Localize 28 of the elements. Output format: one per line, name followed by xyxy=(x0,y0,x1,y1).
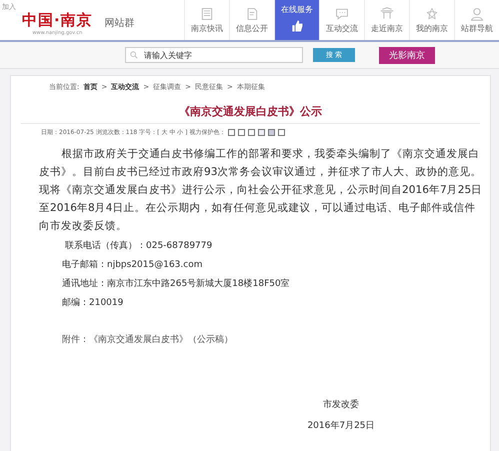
newspaper-icon xyxy=(200,6,214,20)
document-icon xyxy=(245,6,259,20)
flower-icon xyxy=(425,6,439,20)
color-swatch[interactable] xyxy=(238,129,246,136)
color-swatch[interactable] xyxy=(258,129,266,136)
site-group-label: 网站群 xyxy=(104,16,135,30)
contact-line: 联系电话（传真）：025-68789779 xyxy=(65,240,214,253)
thumbs-up-icon xyxy=(290,19,304,33)
person-icon xyxy=(470,6,484,20)
article-paragraph: 根据市政府关于交通白皮书修编工作的部署和要求，我委牵头编制了《南京交通发展白皮书》。目前白皮书已经过市政府93次常务会议审议通过，并征求了市人大、政协的意见。现将《南京交通发展白皮书》进行公示，向社会公开征求意见，公示时间自2016年7月25日至2016年8月4日止。在公示期内，如有任何意见或建议，可以通过电话、电子邮件或信件向市发改委反馈。 xyxy=(39,147,483,234)
color-swatch[interactable] xyxy=(228,129,236,136)
chat-icon xyxy=(335,6,349,20)
contact-line: 电子邮箱：njbps2015@163.com xyxy=(62,258,204,272)
color-swatch[interactable] xyxy=(248,129,256,136)
article-title: 《南京交通发展白皮书》公示 xyxy=(21,104,480,124)
signature: 市发改委 xyxy=(323,398,359,411)
site-logo[interactable]: 中国·南京 xyxy=(22,11,93,30)
nav-tab[interactable]: 在线服务 xyxy=(274,0,319,40)
search-icon xyxy=(130,51,138,59)
contact-line: 通讯地址：南京市江东中路265号新城大厦18楼18F50室 xyxy=(62,278,291,291)
attachment-link[interactable]: 附件：《南京交通发展白皮书》（公示稿） xyxy=(62,333,480,346)
promo-button[interactable]: 光影南京 xyxy=(379,46,435,64)
gate-icon xyxy=(380,6,394,20)
color-swatch[interactable] xyxy=(268,129,276,136)
color-swatch[interactable] xyxy=(278,129,286,136)
signature-date: 2016年7月25日 xyxy=(307,420,375,432)
contact-line: 邮编：210019 xyxy=(62,296,124,310)
search-field[interactable]: 请输入关键字 xyxy=(125,47,303,63)
